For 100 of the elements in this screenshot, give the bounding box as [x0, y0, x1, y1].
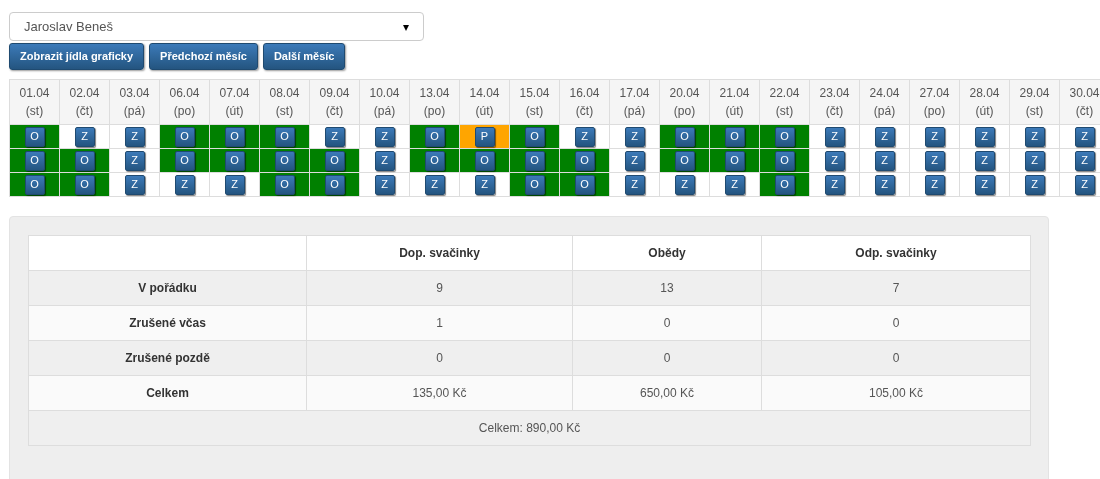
day-weekday: (st) — [275, 103, 294, 120]
meal-toggle-button[interactable]: Z — [624, 150, 645, 171]
meal-toggle-button[interactable]: O — [524, 150, 545, 171]
nav-button[interactable]: Další měsíc — [262, 43, 346, 70]
meal-toggle-button[interactable]: Z — [574, 126, 595, 147]
day-weekday: (st) — [25, 103, 44, 120]
meal-toggle-button[interactable]: O — [774, 150, 795, 171]
table-cell: 0 — [761, 340, 1031, 376]
meal-toggle-button[interactable]: O — [24, 174, 45, 195]
meal-toggle-button[interactable]: O — [674, 126, 695, 147]
meal-toggle-button[interactable]: O — [524, 126, 545, 147]
table-cell: 0 — [572, 340, 762, 376]
meal-toggle-button[interactable]: O — [224, 126, 245, 147]
meal-toggle-button[interactable]: O — [574, 150, 595, 171]
meal-toggle-button[interactable]: Z — [1074, 174, 1095, 195]
meal-toggle-button[interactable]: Z — [724, 174, 745, 195]
meal-toggle-button[interactable]: Z — [874, 174, 895, 195]
day-date: 24.04 — [869, 85, 900, 102]
day-date: 28.04 — [969, 85, 1000, 102]
meal-toggle-button[interactable]: Z — [1074, 150, 1095, 171]
total-cell: Celkem: 890,00 Kč — [28, 410, 1031, 446]
meal-toggle-button[interactable]: Z — [624, 126, 645, 147]
meal-toggle-button[interactable]: O — [274, 126, 295, 147]
table-cell: 650,00 Kč — [572, 375, 762, 411]
meal-toggle-button[interactable]: P — [474, 126, 495, 147]
meal-toggle-button[interactable]: Z — [474, 174, 495, 195]
meal-toggle-button[interactable]: Z — [874, 126, 895, 147]
table-cell: 135,00 Kč — [306, 375, 573, 411]
nav-button[interactable]: Zobrazit jídla graficky — [9, 43, 145, 70]
meal-toggle-button[interactable]: Z — [424, 174, 445, 195]
day-weekday: (čt) — [575, 103, 594, 120]
day-date: 20.04 — [669, 85, 700, 102]
meal-toggle-button[interactable]: Z — [924, 150, 945, 171]
meal-toggle-button[interactable]: O — [174, 150, 195, 171]
day-date: 30.04 — [1069, 85, 1100, 102]
day-date: 14.04 — [469, 85, 500, 102]
day-weekday: (út) — [475, 103, 494, 120]
table-cell: 13 — [572, 270, 762, 306]
person-select[interactable]: Jaroslav Beneš ▾ — [9, 12, 424, 41]
meal-toggle-button[interactable]: Z — [874, 150, 895, 171]
meal-toggle-button[interactable]: O — [274, 174, 295, 195]
meal-toggle-button[interactable]: Z — [1024, 126, 1045, 147]
day-date: 15.04 — [519, 85, 550, 102]
meal-toggle-button[interactable]: Z — [124, 150, 145, 171]
meal-toggle-button[interactable]: Z — [924, 126, 945, 147]
meal-toggle-button[interactable]: O — [674, 150, 695, 171]
meal-toggle-button[interactable]: Z — [824, 126, 845, 147]
day-weekday: (čt) — [825, 103, 844, 120]
meal-toggle-button[interactable]: Z — [1074, 126, 1095, 147]
meal-toggle-button[interactable]: O — [424, 150, 445, 171]
meal-toggle-button[interactable]: O — [324, 174, 345, 195]
select-value: Jaroslav Beneš — [24, 17, 113, 36]
day-date: 01.04 — [19, 85, 50, 102]
row-label: V pořádku — [28, 270, 307, 306]
day-weekday: (pá) — [123, 103, 146, 120]
meal-toggle-button[interactable]: O — [424, 126, 445, 147]
meal-toggle-button[interactable]: O — [724, 126, 745, 147]
table-cell: 0 — [572, 305, 762, 341]
meal-toggle-button[interactable]: O — [74, 150, 95, 171]
meal-toggle-button[interactable]: Z — [1024, 150, 1045, 171]
meal-toggle-button[interactable]: O — [174, 126, 195, 147]
meal-toggle-button[interactable]: Z — [824, 174, 845, 195]
day-date: 23.04 — [819, 85, 850, 102]
meal-toggle-button[interactable]: Z — [624, 174, 645, 195]
day-weekday: (po) — [673, 103, 696, 120]
meal-toggle-button[interactable]: Z — [924, 174, 945, 195]
day-weekday: (pá) — [873, 103, 896, 120]
meal-toggle-button[interactable]: Z — [124, 126, 145, 147]
meal-toggle-button[interactable]: Z — [174, 174, 195, 195]
meal-toggle-button[interactable]: O — [474, 150, 495, 171]
meal-toggle-button[interactable]: Z — [374, 174, 395, 195]
nav-button[interactable]: Předchozí měsíc — [149, 43, 258, 70]
meal-toggle-button[interactable]: O — [724, 150, 745, 171]
day-weekday: (út) — [975, 103, 994, 120]
meal-toggle-button[interactable]: O — [24, 150, 45, 171]
meal-toggle-button[interactable]: O — [324, 150, 345, 171]
meal-toggle-button[interactable]: O — [774, 174, 795, 195]
meal-toggle-button[interactable]: O — [224, 150, 245, 171]
meal-toggle-button[interactable]: Z — [374, 150, 395, 171]
meal-toggle-button[interactable]: Z — [374, 126, 395, 147]
day-weekday: (út) — [725, 103, 744, 120]
meal-toggle-button[interactable]: Z — [974, 150, 995, 171]
meal-toggle-button[interactable]: O — [274, 150, 295, 171]
meal-toggle-button[interactable]: Z — [124, 174, 145, 195]
meal-toggle-button[interactable]: O — [774, 126, 795, 147]
meal-toggle-button[interactable]: Z — [74, 126, 95, 147]
meal-toggle-button[interactable]: Z — [224, 174, 245, 195]
meal-toggle-button[interactable]: Z — [824, 150, 845, 171]
meal-toggle-button[interactable]: Z — [974, 174, 995, 195]
meal-toggle-button[interactable]: O — [74, 174, 95, 195]
meal-toggle-button[interactable]: O — [524, 174, 545, 195]
meal-toggle-button[interactable]: Z — [1024, 174, 1045, 195]
meal-toggle-button[interactable]: Z — [674, 174, 695, 195]
day-date: 21.04 — [719, 85, 750, 102]
meal-toggle-button[interactable]: O — [24, 126, 45, 147]
meal-toggle-button[interactable]: Z — [324, 126, 345, 147]
table-cell: 1 — [306, 305, 573, 341]
meal-toggle-button[interactable]: O — [574, 174, 595, 195]
table-cell: 7 — [761, 270, 1031, 306]
meal-toggle-button[interactable]: Z — [974, 126, 995, 147]
